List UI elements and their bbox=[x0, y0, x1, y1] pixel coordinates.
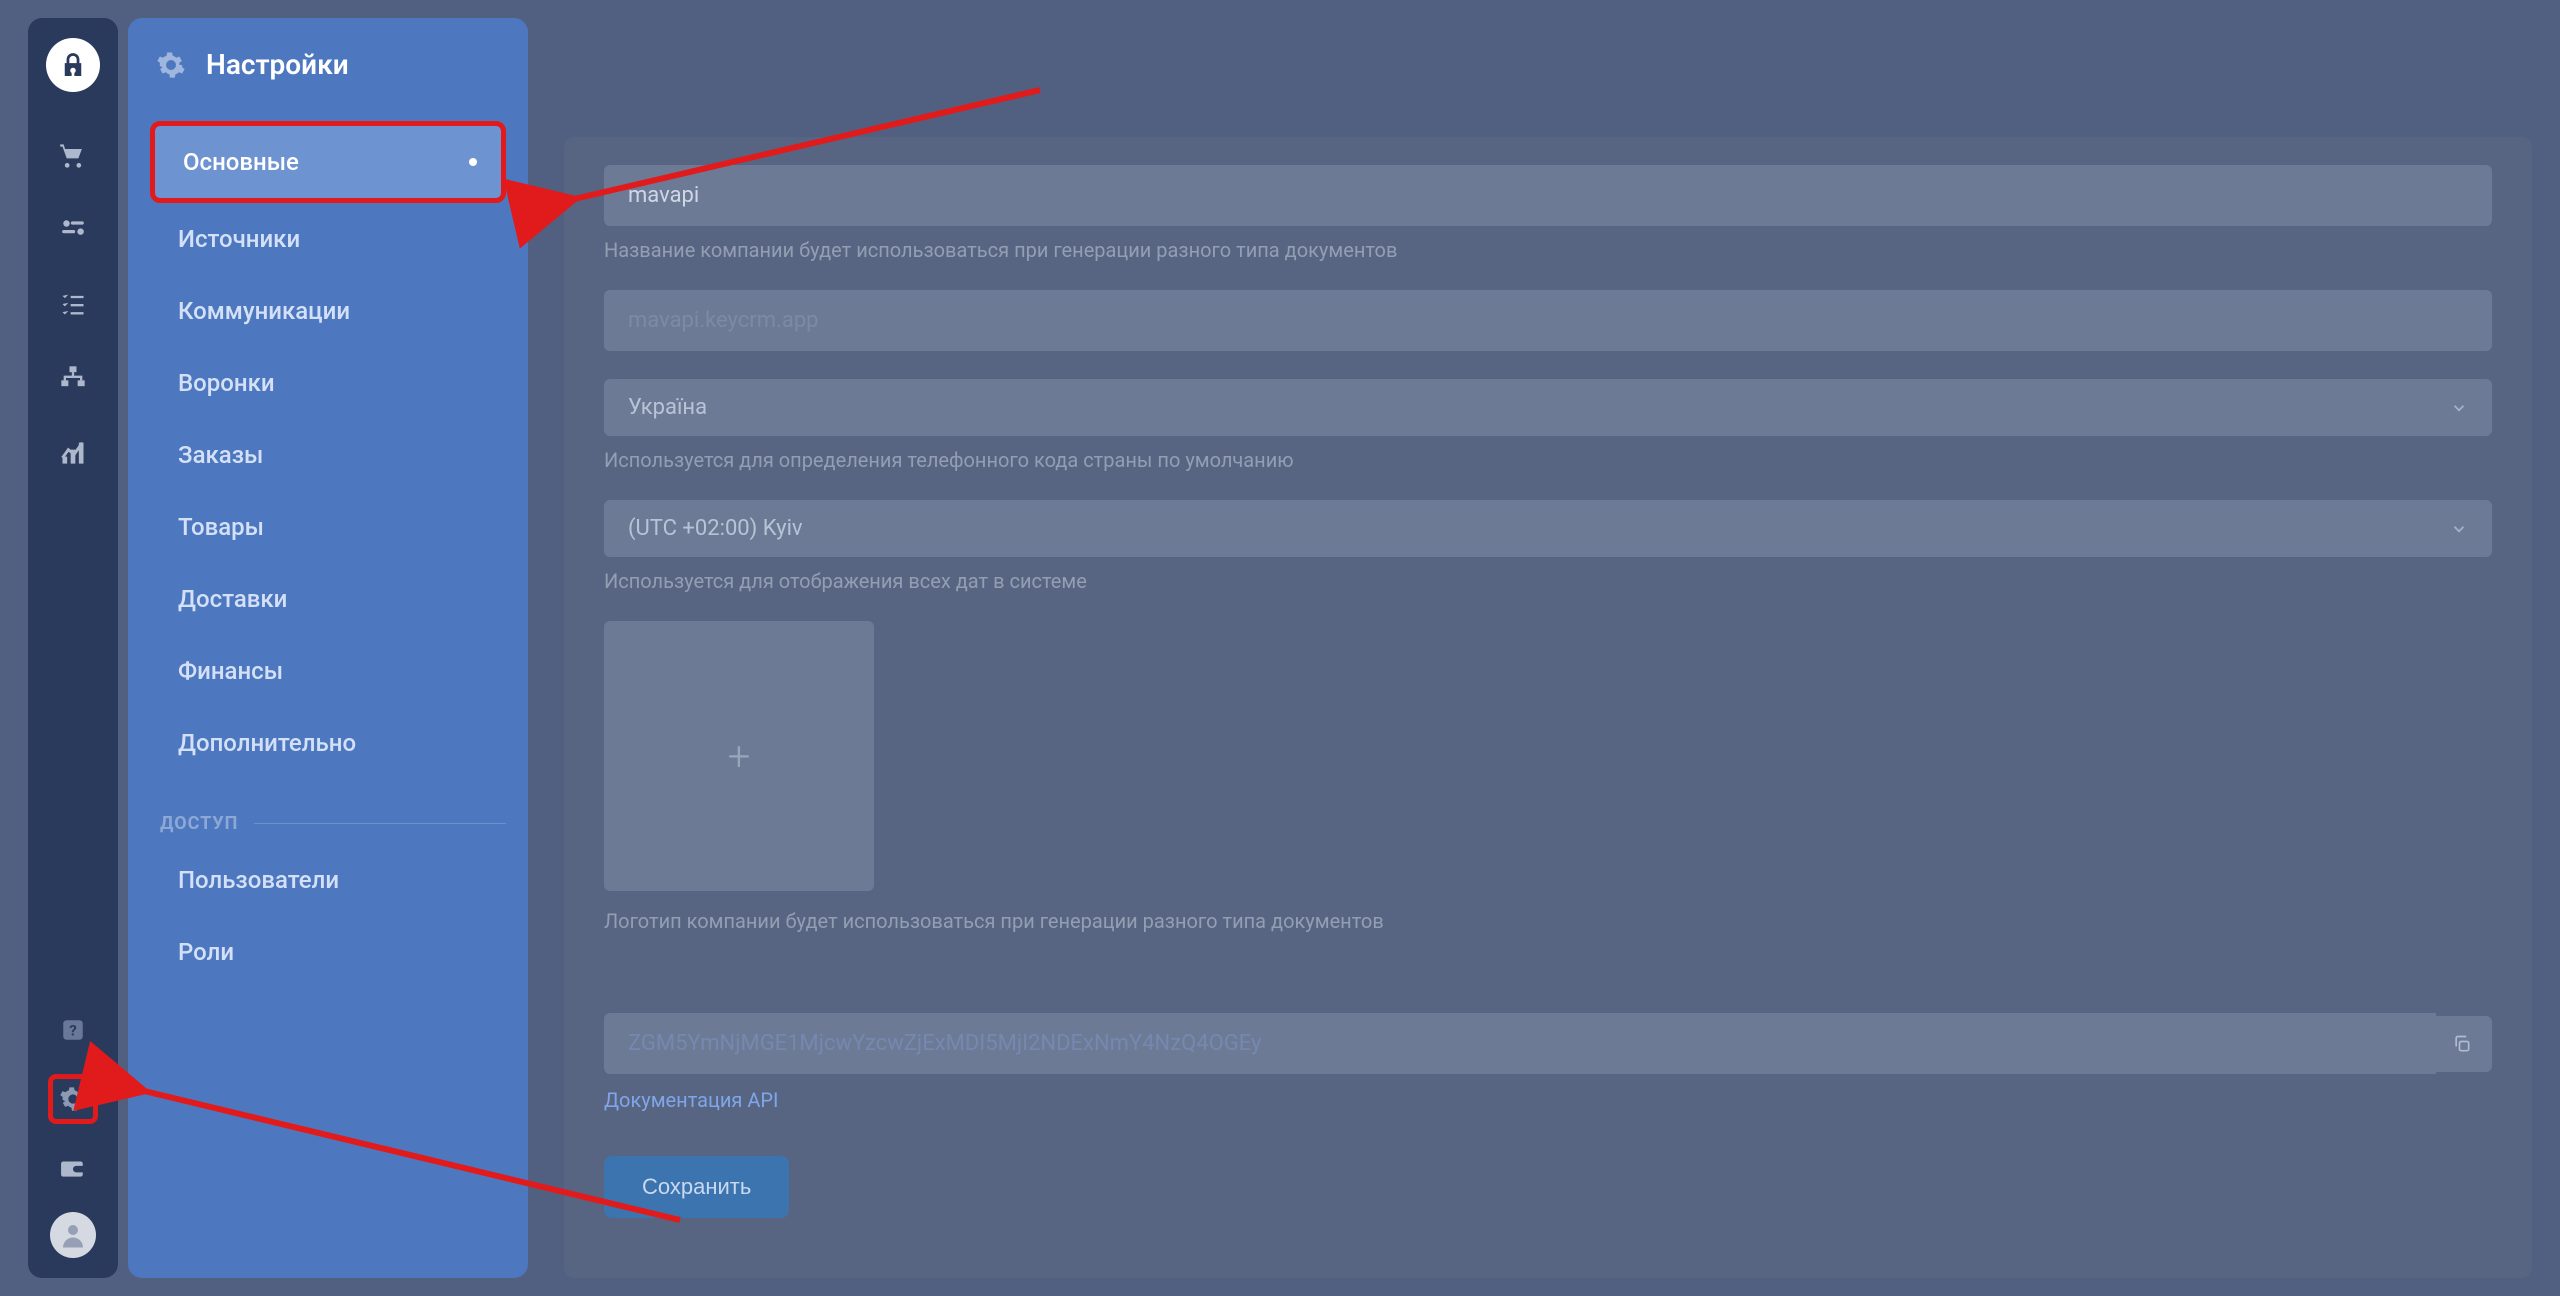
api-key-field[interactable]: ZGM5YmNjMGE1MjcwYzcwZjExMDI5MjI2NDExNmY4… bbox=[604, 1013, 2436, 1074]
panel-item-orders[interactable]: Заказы bbox=[150, 419, 506, 491]
country-select[interactable]: Україна bbox=[604, 379, 2492, 436]
panel-item-comms[interactable]: Коммуникации bbox=[150, 275, 506, 347]
svg-text:?: ? bbox=[69, 1021, 77, 1039]
panel-item-delivery[interactable]: Доставки bbox=[150, 563, 506, 635]
tasks-icon[interactable] bbox=[59, 290, 87, 318]
panel-item-finance[interactable]: Финансы bbox=[150, 635, 506, 707]
settings-icon[interactable] bbox=[59, 1085, 87, 1113]
panel-item-sources[interactable]: Источники bbox=[150, 203, 506, 275]
panel-item-products[interactable]: Товары bbox=[150, 491, 506, 563]
settings-panel: Настройки Основные Источники Коммуникаци… bbox=[128, 18, 528, 1278]
gear-icon bbox=[156, 50, 186, 80]
content-area: mavapi Название компании будет использов… bbox=[564, 18, 2532, 1278]
logo-helper: Логотип компании будет использоваться пр… bbox=[604, 909, 2492, 933]
copy-icon bbox=[2452, 1034, 2472, 1054]
save-button[interactable]: Сохранить bbox=[604, 1156, 789, 1218]
api-doc-link[interactable]: Документация API bbox=[604, 1088, 778, 1112]
panel-item-users[interactable]: Пользователи bbox=[150, 844, 506, 916]
chat-icon[interactable] bbox=[59, 216, 87, 244]
panel-item-advanced[interactable]: Дополнительно bbox=[150, 707, 506, 779]
chevron-down-icon bbox=[2450, 520, 2468, 538]
cart-icon[interactable] bbox=[59, 142, 87, 170]
copy-api-key-button[interactable] bbox=[2432, 1016, 2492, 1072]
wallet-icon[interactable] bbox=[59, 1154, 87, 1182]
chevron-down-icon bbox=[2450, 399, 2468, 417]
panel-title: Настройки bbox=[206, 48, 349, 81]
icon-rail: ? bbox=[28, 18, 118, 1278]
org-icon[interactable] bbox=[59, 364, 87, 392]
logo-upload[interactable]: + bbox=[604, 621, 874, 891]
timezone-select[interactable]: (UTC +02:00) Kyiv bbox=[604, 500, 2492, 557]
timezone-helper: Используется для отображения всех дат в … bbox=[604, 569, 2492, 593]
company-name-input[interactable]: mavapi bbox=[604, 165, 2492, 226]
app-logo[interactable] bbox=[46, 38, 100, 92]
plus-icon: + bbox=[728, 733, 751, 780]
domain-input: mavapi.keycrm.app bbox=[604, 290, 2492, 351]
panel-item-roles[interactable]: Роли bbox=[150, 916, 506, 988]
panel-section-access: ДОСТУП bbox=[150, 813, 506, 834]
analytics-icon[interactable] bbox=[59, 438, 87, 466]
country-helper: Используется для определения телефонного… bbox=[604, 448, 2492, 472]
user-avatar[interactable] bbox=[50, 1212, 96, 1258]
company-helper: Название компании будет использоваться п… bbox=[604, 238, 2492, 262]
panel-item-main[interactable]: Основные bbox=[150, 121, 506, 203]
settings-icon-highlight bbox=[48, 1074, 98, 1124]
panel-item-funnels[interactable]: Воронки bbox=[150, 347, 506, 419]
help-icon[interactable]: ? bbox=[59, 1016, 87, 1044]
